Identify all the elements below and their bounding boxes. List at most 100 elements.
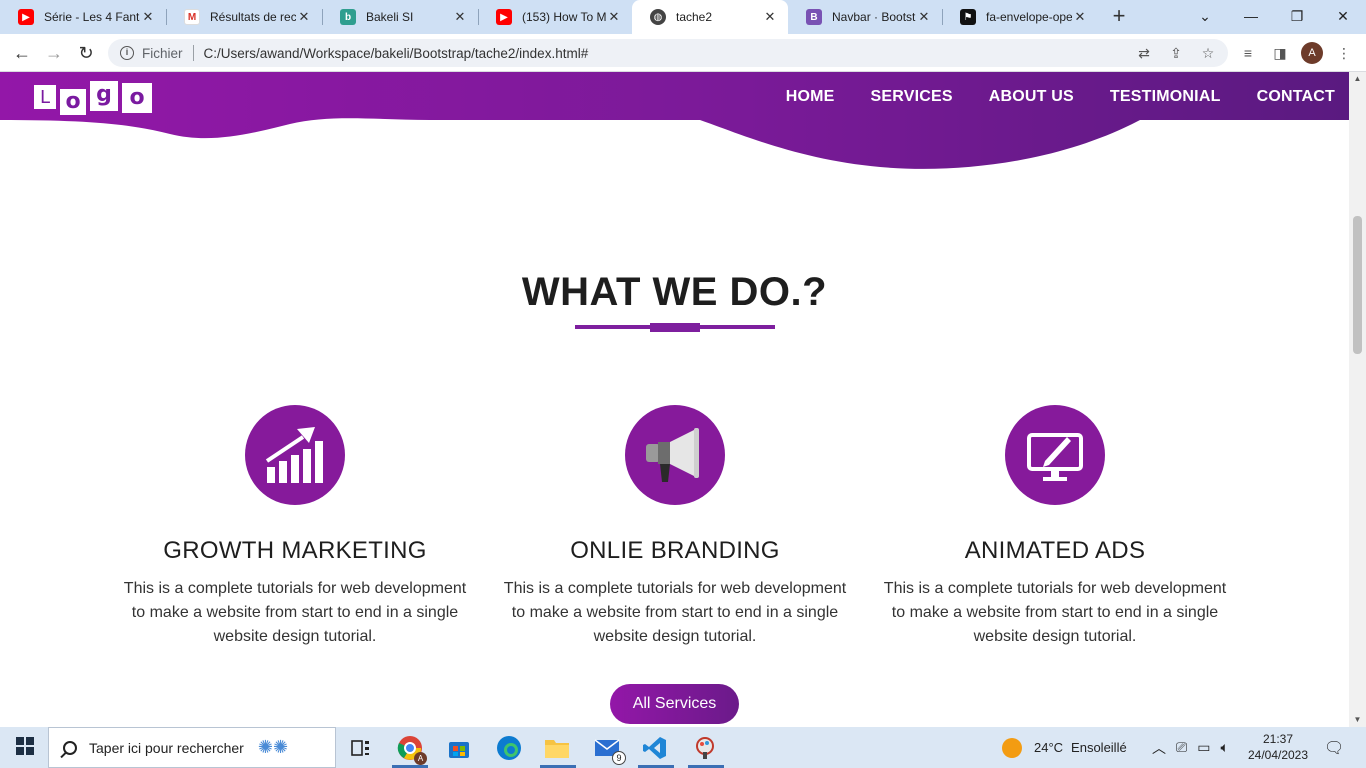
taskbar-clock[interactable]: 21:37 24/04/2023 [1240,731,1316,763]
close-tab-icon[interactable]: ✕ [606,9,622,25]
mail-icon[interactable]: 9 [592,733,626,765]
volume-icon[interactable]: 🔈︎ [1220,739,1228,756]
battery-icon[interactable]: ▭ [1197,739,1210,756]
scrollbar-thumb[interactable] [1353,216,1362,354]
logo-letter: o [60,89,86,115]
site-info-icon[interactable]: i [120,46,134,60]
gmail-icon: M [184,9,200,25]
forward-arrow-icon[interactable]: → [40,39,68,67]
new-tab-button[interactable]: + [1106,4,1132,30]
url-text[interactable]: C:/Users/awand/Workspace/bakeli/Bootstra… [204,46,589,61]
restore-button[interactable]: ❐ [1274,0,1320,34]
site-header: L o g o HOME SERVICES ABOUT US TESTIMONI… [0,72,1349,172]
growth-chart-icon [245,405,345,505]
vscode-icon[interactable] [640,733,670,763]
service-description: This is a complete tutorials for web dev… [883,580,1227,645]
service-title: ONLIE BRANDING [570,537,780,564]
service-description: This is a complete tutorials for web dev… [503,580,847,645]
tab-tache2[interactable]: ◍ tache2 ✕ [632,0,788,34]
nav-services[interactable]: SERVICES [871,88,953,106]
logo-letter: o [122,83,152,113]
service-title: ANIMATED ADS [964,537,1146,564]
youtube-icon: ▶ [18,9,34,25]
service-description: This is a complete tutorials for web dev… [123,580,467,645]
tab-gmail[interactable]: M Résultats de recherche ✕ [166,0,322,34]
edge-icon[interactable] [494,733,524,763]
scroll-up-arrow-icon[interactable]: ▲ [1349,72,1366,86]
windows-start-icon[interactable] [16,737,34,755]
clock-date: 24/04/2023 [1247,748,1309,762]
main-nav: HOME SERVICES ABOUT US TESTIMONIAL CONTA… [786,88,1335,106]
mail-count-badge: 9 [612,751,626,765]
youtube-icon: ▶ [496,9,512,25]
close-tab-icon[interactable]: ✕ [452,9,468,25]
file-explorer-icon[interactable] [542,733,572,763]
address-separator [192,45,194,61]
nav-home[interactable]: HOME [786,88,835,106]
network-icon[interactable]: ⎚ [1176,739,1187,756]
show-hidden-icons-chevron-icon[interactable]: ︿ [1152,738,1166,758]
notification-center-icon[interactable]: 🗨︎ [1324,727,1344,768]
fontawesome-icon: ⚑ [960,9,976,25]
address-bar[interactable]: i Fichier C:/Users/awand/Workspace/bakel… [108,39,1228,67]
service-card-animated-ads: ANIMATED ADS This is a complete tutorial… [865,405,1245,649]
bakeli-icon: b [340,9,356,25]
header-wave [0,72,1349,169]
tab-youtube-series[interactable]: ▶ Série - Les 4 Fantastiques ✕ [0,0,166,34]
close-tab-icon[interactable]: ✕ [762,9,778,25]
back-arrow-icon[interactable]: ← [8,39,36,67]
profile-avatar[interactable]: A [1301,42,1323,64]
section-title: WHAT WE DO.? [521,270,828,314]
service-title: GROWTH MARKETING [163,537,427,564]
service-card-growth: GROWTH MARKETING This is a complete tuto… [105,405,485,649]
tab-bakeli[interactable]: b Bakeli SI ✕ [322,0,478,34]
globe-icon: ◍ [650,9,666,25]
scroll-down-arrow-icon[interactable]: ▼ [1349,713,1366,727]
close-tab-icon[interactable]: ✕ [916,9,932,25]
microsoft-store-icon[interactable] [444,733,474,763]
clock-time: 21:37 [1262,732,1294,746]
tab-youtube-howto[interactable]: ▶ (153) How To Make ✕ [478,0,632,34]
nav-contact[interactable]: CONTACT [1257,88,1335,106]
tab-fontawesome[interactable]: ⚑ fa-envelope-open ✕ [942,0,1098,34]
site-logo[interactable]: L o g o [34,79,152,115]
megaphone-icon [625,405,725,505]
browser-toolbar: ← → ↻ i Fichier C:/Users/awand/Workspace… [0,34,1366,72]
minimize-button[interactable]: — [1228,0,1274,34]
windows-taskbar: Taper ici pour rechercher ✺✺ A 9 24°C En… [0,727,1366,768]
taskbar-search-placeholder: Taper ici pour rechercher [89,739,244,756]
system-tray: ︿ ⎚ ▭ 🔈︎ [1152,727,1229,768]
weather-description: Ensoleillé [1071,740,1127,755]
media-queue-icon[interactable]: ≡ [1238,43,1258,63]
weather-widget[interactable]: 24°C Ensoleillé [1002,727,1127,768]
tab-bootstrap-navbar[interactable]: B Navbar · Bootstrap ✕ [788,0,942,34]
nav-testimonial[interactable]: TESTIMONIAL [1110,88,1221,106]
paint-app-icon[interactable] [690,733,720,763]
close-tab-icon[interactable]: ✕ [296,9,312,25]
nav-about-us[interactable]: ABOUT US [989,88,1074,106]
more-menu-icon[interactable]: ⋮ [1334,43,1354,63]
share-icon[interactable]: ⇪ [1166,43,1186,63]
task-view-icon[interactable] [346,733,376,763]
all-services-button[interactable]: All Services [610,684,739,724]
chrome-profile-badge: A [414,752,427,765]
bootstrap-icon: B [806,9,822,25]
page-viewport: L o g o HOME SERVICES ABOUT US TESTIMONI… [0,72,1349,727]
jellyfish-search-highlight-icon: ✺✺ [257,737,289,757]
sun-icon [1002,737,1022,758]
service-card-branding: ONLIE BRANDING This is a complete tutori… [485,405,865,649]
page-scrollbar[interactable]: ▲ ▼ [1349,72,1366,727]
close-tab-icon[interactable]: ✕ [140,9,156,25]
bookmark-star-icon[interactable]: ☆ [1198,43,1218,63]
taskbar-search-box[interactable]: Taper ici pour rechercher ✺✺ [48,727,336,768]
side-panel-icon[interactable]: ◨ [1270,43,1290,63]
reload-icon[interactable]: ↻ [72,39,100,67]
close-window-button[interactable]: ✕ [1320,0,1366,34]
logo-letter: g [90,81,118,111]
translate-icon[interactable]: ⇄ [1134,43,1154,63]
chrome-icon[interactable]: A [395,733,427,765]
tab-search-chevron-icon[interactable]: ⌄ [1182,0,1228,34]
close-tab-icon[interactable]: ✕ [1072,9,1088,25]
logo-letter: L [34,85,56,109]
monitor-pen-icon [1005,405,1105,505]
